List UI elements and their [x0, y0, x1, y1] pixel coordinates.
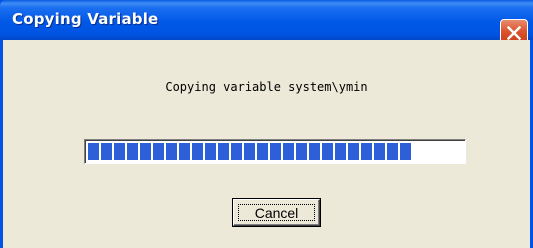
progress-chunk — [257, 143, 268, 160]
progress-chunk — [335, 143, 346, 160]
cancel-button[interactable]: Cancel — [233, 199, 320, 226]
dialog-window: Copying Variable Copying variable system… — [0, 0, 533, 248]
progress-chunk — [400, 143, 411, 160]
progress-chunk — [192, 143, 203, 160]
progress-bar — [84, 139, 466, 164]
progress-chunk — [179, 143, 190, 160]
window-title: Copying Variable — [12, 10, 159, 28]
title-bar[interactable]: Copying Variable — [0, 0, 533, 47]
progress-chunk — [374, 143, 385, 160]
progress-chunk — [127, 143, 138, 160]
progress-chunk — [283, 143, 294, 160]
progress-chunk — [322, 143, 333, 160]
progress-track — [88, 143, 462, 160]
progress-chunk — [309, 143, 320, 160]
dialog-body: Copying variable system\ymin Cancel — [3, 40, 530, 248]
progress-chunk — [387, 143, 398, 160]
progress-fill — [88, 143, 411, 160]
progress-chunk — [166, 143, 177, 160]
progress-chunk — [114, 143, 125, 160]
progress-chunk — [244, 143, 255, 160]
status-message: Copying variable system\ymin — [165, 80, 368, 94]
progress-chunk — [140, 143, 151, 160]
progress-chunk — [153, 143, 164, 160]
progress-chunk — [88, 143, 99, 160]
progress-chunk — [101, 143, 112, 160]
progress-chunk — [348, 143, 359, 160]
close-icon — [507, 26, 521, 40]
progress-chunk — [296, 143, 307, 160]
progress-chunk — [270, 143, 281, 160]
progress-chunk — [205, 143, 216, 160]
progress-chunk — [231, 143, 242, 160]
progress-chunk — [361, 143, 372, 160]
cancel-button-label: Cancel — [238, 204, 315, 221]
progress-chunk — [218, 143, 229, 160]
